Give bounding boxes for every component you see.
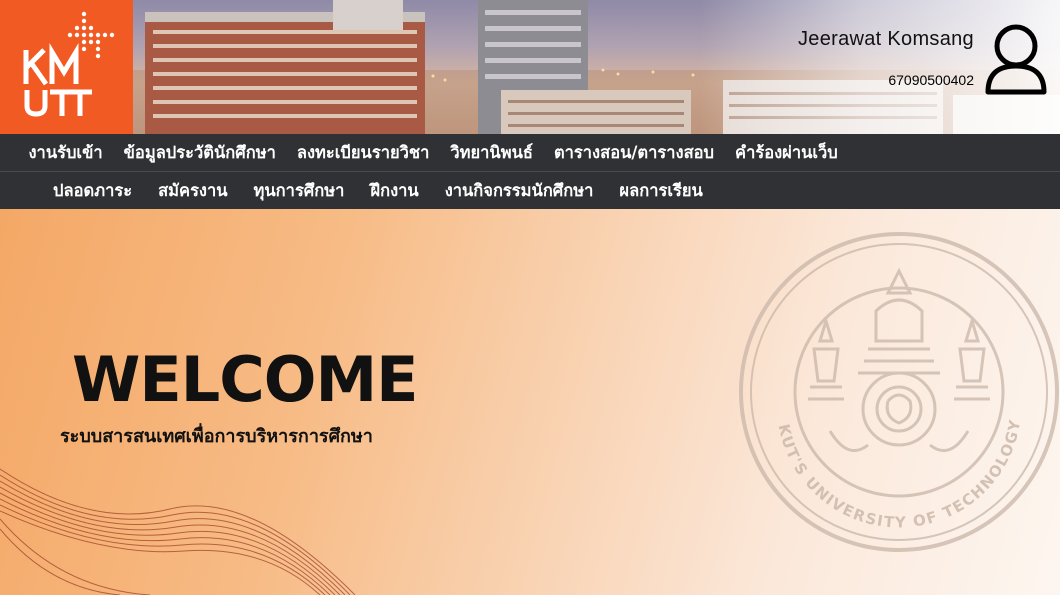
nav-row-2: ปลอดภาระ สมัครงาน ทุนการศึกษา ฝึกงาน งาน… bbox=[0, 172, 1060, 209]
decorative-waves bbox=[0, 468, 356, 595]
user-avatar-icon[interactable] bbox=[984, 22, 1048, 96]
university-seal-watermark: KING MONGKUT'S UNIVERSITY OF TECHNOLOGY … bbox=[738, 231, 1059, 552]
kmutt-logo-mark bbox=[23, 11, 115, 117]
nav-item-job-application[interactable]: สมัครงาน bbox=[145, 178, 240, 204]
nav-row-1: งานรับเข้า ข้อมูลประวัตินักศึกษา ลงทะเบี… bbox=[0, 134, 1060, 171]
main-navigation: งานรับเข้า ข้อมูลประวัตินักศึกษา ลงทะเบี… bbox=[0, 134, 1060, 209]
nav-item-course-registration[interactable]: ลงทะเบียนรายวิชา bbox=[286, 140, 440, 166]
system-subtitle: ระบบสารสนเทศเพื่อการบริหารการศึกษา bbox=[60, 426, 373, 447]
user-name[interactable]: Jeerawat Komsang bbox=[798, 28, 974, 51]
nav-item-internship[interactable]: ฝึกงาน bbox=[357, 178, 431, 204]
nav-item-web-petition[interactable]: คำร้องผ่านเว็บ bbox=[725, 140, 849, 166]
nav-item-scholarship[interactable]: ทุนการศึกษา bbox=[241, 178, 358, 204]
nav-item-admission[interactable]: งานรับเข้า bbox=[18, 140, 113, 166]
welcome-heading: WELCOME bbox=[72, 343, 419, 416]
nav-item-student-profile[interactable]: ข้อมูลประวัตินักศึกษา bbox=[113, 140, 286, 166]
welcome-hero: KING MONGKUT'S UNIVERSITY OF TECHNOLOGY … bbox=[0, 209, 1060, 595]
header: Jeerawat Komsang 67090500402 bbox=[0, 0, 1060, 134]
nav-item-thesis[interactable]: วิทยานิพนธ์ bbox=[440, 140, 544, 166]
kmutt-logo[interactable] bbox=[0, 0, 133, 134]
user-id: 67090500402 bbox=[888, 72, 974, 88]
nav-item-student-activities[interactable]: งานกิจกรรมนักศึกษา bbox=[432, 178, 607, 204]
nav-item-clearance[interactable]: ปลอดภาระ bbox=[40, 178, 145, 204]
campus-banner-image bbox=[133, 0, 1060, 134]
nav-item-class-exam-schedule[interactable]: ตารางสอน/ตารางสอบ bbox=[543, 140, 724, 166]
nav-item-grades[interactable]: ผลการเรียน bbox=[606, 178, 715, 204]
